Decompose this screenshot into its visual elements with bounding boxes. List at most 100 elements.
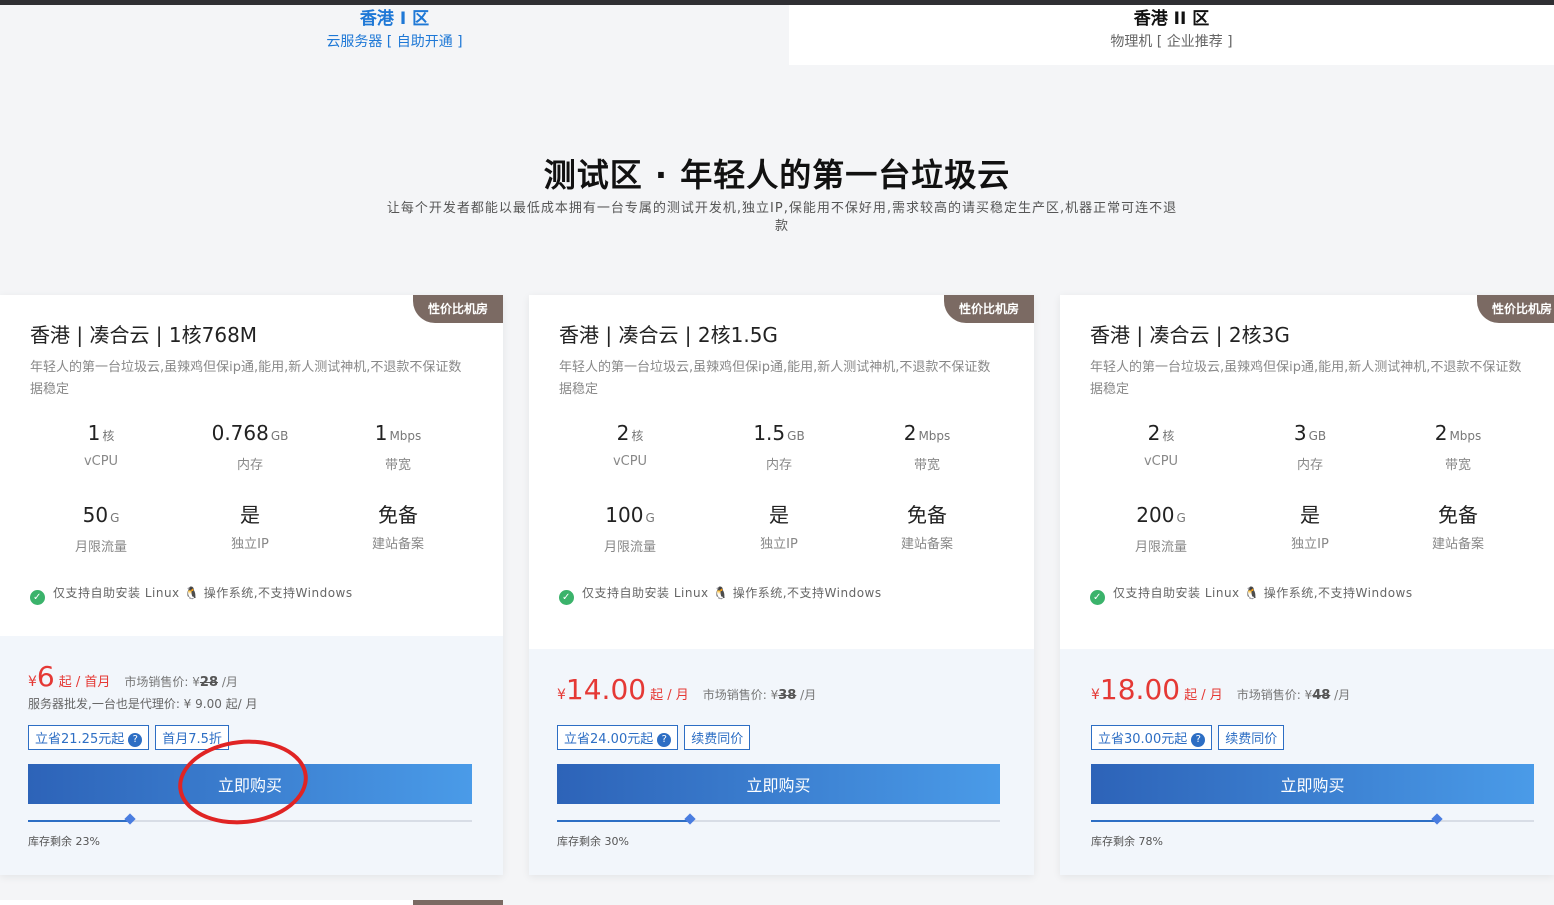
spec-traffic: 50 G 月限流量	[26, 503, 176, 555]
stock-fill	[557, 820, 690, 822]
spec-label: 月限流量	[603, 540, 656, 555]
os-note-text: 仅支持自助安装 Linux 🐧 操作系统,不支持Windows	[53, 586, 353, 600]
saving-tag: 立省24.00元起?	[557, 725, 679, 750]
buy-button[interactable]: 立即购买	[557, 764, 1000, 804]
buy-button[interactable]: 立即购买	[1091, 764, 1534, 804]
price-area: ¥6 起 / 首月 市场销售价: ¥28 /月 服务器批发,一台也是代理价: ¥ 9…	[0, 636, 503, 875]
spec-unit: Mbps	[918, 429, 951, 443]
spec-unit: G	[1176, 511, 1186, 525]
spec-label: 独立IP	[231, 537, 269, 552]
check-icon: ✓	[1090, 590, 1105, 605]
market-suffix: /月	[1330, 688, 1351, 702]
spec-unit: GB	[1308, 429, 1327, 443]
check-icon: ✓	[559, 590, 574, 605]
spec-unit: GB	[270, 429, 289, 443]
spec-dedicated-ip: 是独立IP	[1235, 503, 1385, 552]
stock-bar	[28, 813, 472, 825]
stock-label: 库存剩余 30%	[557, 835, 629, 848]
market-price-value: 38	[778, 688, 797, 703]
spec-label: 月限流量	[1134, 540, 1187, 555]
price-period: 起 / 月	[1184, 688, 1223, 703]
card-body: 性价比机房 香港 | 凑合云 | 2核3G 年轻人的第一台垃圾云,虽辣鸡但保ip…	[1060, 295, 1554, 875]
tab-hongkong-2[interactable]: 香港 II 区 物理机 [ 企业推荐 ]	[789, 5, 1554, 65]
market-price-value: 48	[1312, 688, 1331, 703]
spec-icp: 免备 建站备案	[852, 503, 1002, 552]
tab-subtitle: 物理机 [ 企业推荐 ]	[1110, 34, 1233, 50]
spec-dedicated-ip: 是独立IP	[175, 503, 325, 552]
market-suffix: /月	[218, 675, 238, 689]
spec-label: 建站备案	[371, 537, 424, 552]
renewal-tag: 续费同价	[1218, 725, 1285, 750]
help-icon[interactable]: ?	[657, 733, 672, 747]
price: 14.00	[565, 673, 647, 706]
saving-tag: 立省30.00元起?	[1091, 725, 1213, 750]
spec-unit: G	[645, 511, 655, 525]
spec-memory: 1.5 GB 内存	[704, 421, 854, 473]
os-note-text: 仅支持自助安装 Linux 🐧 操作系统,不支持Windows	[582, 586, 882, 600]
spec-label: vCPU	[1143, 454, 1179, 469]
tags: 立省24.00元起? 续费同价	[557, 725, 756, 750]
spec-label: 月限流量	[74, 540, 127, 555]
card-description: 年轻人的第一台垃圾云,虽辣鸡但保ip通,能用,新人测试神机,不退款不保证数据稳定	[559, 360, 991, 397]
value-ribbon: 性价比机房	[944, 295, 1034, 323]
tab-hongkong-1[interactable]: 香港 I 区 云服务器 [ 自助开通 ]	[0, 5, 789, 65]
os-note: ✓ 仅支持自助安装 Linux 🐧 操作系统,不支持Windows	[30, 584, 353, 605]
market-price: 市场销售价: ¥48 /月	[1237, 688, 1351, 703]
renewal-tag: 续费同价	[684, 725, 751, 750]
stock-marker	[124, 813, 136, 825]
spec-traffic: 200 G 月限流量	[1086, 503, 1236, 555]
spec-unit: 核	[1162, 429, 1175, 443]
price-area: ¥18.00 起 / 月市场销售价: ¥48 /月 立省30.00元起? 续费同价 …	[1060, 649, 1554, 875]
product-card: 性价比机房 香港 | 凑合云 | 2核1.5G 年轻人的第一台垃圾云,虽辣鸡但保…	[529, 295, 1034, 875]
market-prefix: 市场销售价: ¥	[702, 688, 779, 702]
spec-dedicated-ip: 是独立IP	[704, 503, 854, 552]
value-ribbon: 性价比机房	[1477, 295, 1554, 323]
spec-vcpu: 2 核 vCPU	[1086, 421, 1236, 469]
spec-memory: 3 GB 内存	[1235, 421, 1385, 473]
spec-value: 免备	[907, 503, 947, 527]
spec-value: 是	[769, 503, 789, 527]
os-note: ✓ 仅支持自助安装 Linux 🐧 操作系统,不支持Windows	[559, 584, 882, 605]
help-icon[interactable]: ?	[128, 733, 143, 747]
section-description: 让每个开发者都能以最低成本拥有一台专属的测试开发机,独立IP,保能用不保好用,需…	[386, 201, 1178, 234]
spec-unit: 核	[631, 429, 644, 443]
help-icon[interactable]: ?	[1191, 733, 1206, 747]
spec-memory: 0.768 GB 内存	[175, 421, 325, 473]
spec-label: 内存	[765, 458, 792, 473]
value-ribbon: 性价比机房	[413, 295, 503, 323]
currency: ¥	[28, 674, 37, 690]
spec-label: vCPU	[612, 454, 648, 469]
next-card-ribbon-edge	[413, 900, 503, 905]
spec-value: 2	[1434, 421, 1448, 445]
price-period: 起 / 月	[650, 688, 689, 703]
spec-value: 1	[87, 421, 101, 445]
spec-label: 带宽	[913, 458, 940, 473]
tag-text: 立省21.25元起	[35, 732, 125, 747]
spec-value: 免备	[378, 503, 418, 527]
card-description: 年轻人的第一台垃圾云,虽辣鸡但保ip通,能用,新人测试神机,不退款不保证数据稳定	[1090, 360, 1522, 397]
buy-button[interactable]: 立即购买	[28, 764, 472, 804]
stock-marker	[684, 813, 696, 825]
tag-text: 立省30.00元起	[1098, 732, 1188, 747]
stock-bar	[1091, 813, 1534, 825]
tab-title: 香港 II 区	[1133, 9, 1210, 29]
tag-text: 立省24.00元起	[564, 732, 654, 747]
wholesale-note: 服务器批发,一台也是代理价: ¥ 9.00 起/ 月	[28, 697, 258, 711]
currency: ¥	[557, 687, 566, 703]
section-title: 测试区 · 年轻人的第一台垃圾云	[543, 156, 1011, 194]
os-note: ✓ 仅支持自助安装 Linux 🐧 操作系统,不支持Windows	[1090, 584, 1413, 605]
spec-label: 建站备案	[900, 537, 953, 552]
stock-label: 库存剩余 78%	[1091, 835, 1163, 848]
price-period: 起 / 首月	[58, 675, 111, 690]
product-card: 性价比机房 香港 | 凑合云 | 2核3G 年轻人的第一台垃圾云,虽辣鸡但保ip…	[1060, 295, 1554, 875]
spec-value: 是	[240, 503, 260, 527]
stock-fill	[1091, 820, 1437, 822]
spec-traffic: 100 G 月限流量	[555, 503, 705, 555]
price-line: ¥18.00 起 / 月市场销售价: ¥48 /月	[1091, 673, 1350, 706]
card-title: 香港 | 凑合云 | 1核768M	[30, 323, 258, 347]
product-card: 性价比机房 香港 | 凑合云 | 1核768M 年轻人的第一台垃圾云,虽辣鸡但保…	[0, 295, 503, 875]
spec-value: 100	[605, 503, 644, 527]
spec-icp: 免备 建站备案	[1383, 503, 1533, 552]
spec-bandwidth: 2 Mbps 带宽	[1383, 421, 1533, 473]
card-description: 年轻人的第一台垃圾云,虽辣鸡但保ip通,能用,新人测试神机,不退款不保证数据稳定	[30, 360, 462, 397]
